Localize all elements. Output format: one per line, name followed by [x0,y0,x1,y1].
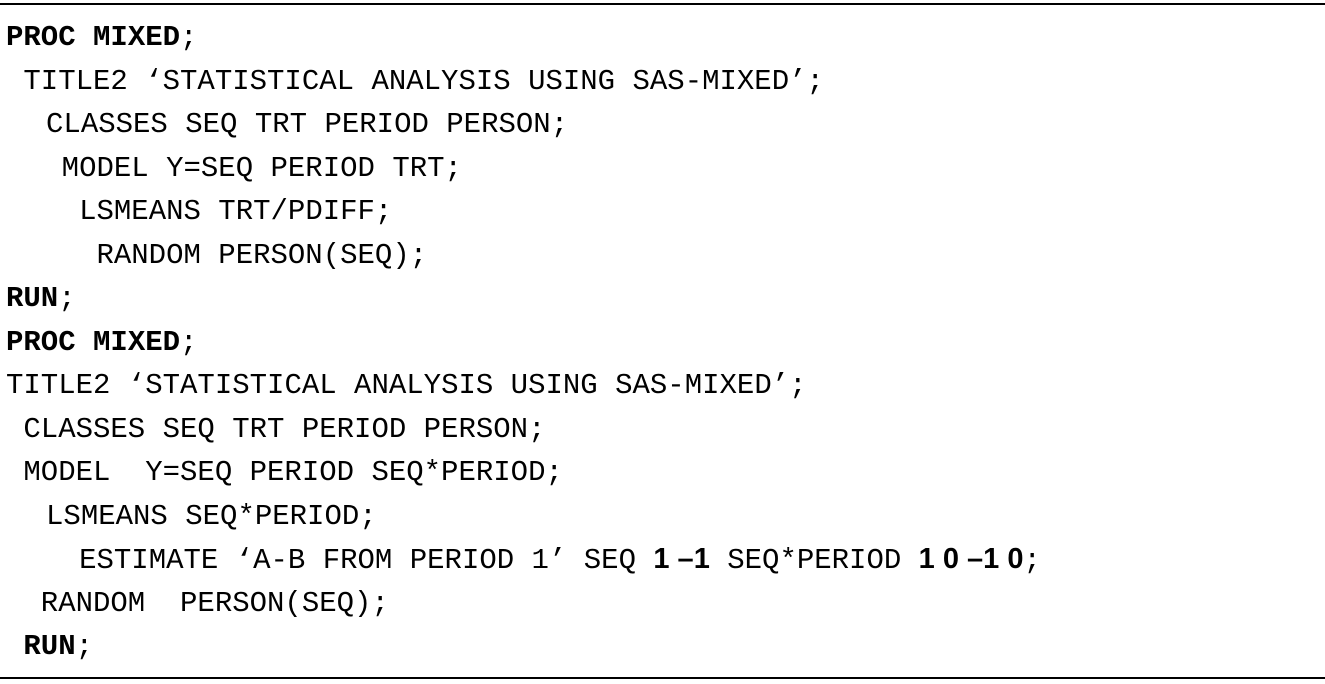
code-text: ESTIMATE ‘A-B FROM PERIOD 1’ SEQ [79,544,654,577]
code-line: RANDOM PERSON(SEQ); [0,582,1325,626]
code-text: CLASSES SEQ TRT PERIOD PERSON; [46,108,569,141]
code-text: CLASSES SEQ TRT PERIOD PERSON; [23,412,546,446]
code-line: TITLE2 ‘STATISTICAL ANALYSIS USING SAS-M… [0,364,1325,408]
code-line: CLASSES SEQ TRT PERIOD PERSON; [0,103,1325,147]
code-text: ; [180,21,198,54]
code-keyword: PROC MIXED [6,325,181,359]
code-line: MODEL Y=SEQ PERIOD TRT; [0,147,1325,191]
code-text: LSMEANS SEQ*PERIOD; [46,499,377,533]
code-line: ESTIMATE ‘A-B FROM PERIOD 1’ SEQ 1 –1 SE… [0,538,1325,582]
code-text: ; [1023,544,1041,577]
code-text: TITLE2 ‘STATISTICAL ANALYSIS USING SAS-M… [6,369,807,402]
code-line: RANDOM PERSON(SEQ); [0,234,1325,278]
code-text: MODEL Y=SEQ PERIOD SEQ*PERIOD; [23,456,563,489]
code-line: CLASSES SEQ TRT PERIOD PERSON; [0,408,1325,452]
sas-code-listing: PROC MIXED; TITLE2 ‘STATISTICAL ANALYSIS … [0,16,1325,669]
code-line: TITLE2 ‘STATISTICAL ANALYSIS USING SAS-M… [0,60,1325,104]
code-keyword: PROC MIXED [6,21,181,54]
code-text: ; [180,325,198,359]
code-line: LSMEANS SEQ*PERIOD; [0,495,1325,539]
code-line: LSMEANS TRT/PDIFF; [0,190,1325,234]
code-coefficients: 1 –1 [653,543,710,575]
code-text: MODEL Y=SEQ PERIOD TRT; [61,151,462,185]
code-keyword: RUN [6,282,59,315]
code-line: PROC MIXED; [0,16,1325,60]
bottom-rule [0,677,1325,679]
code-text: SEQ*PERIOD [709,544,919,577]
code-keyword: RUN [23,630,76,663]
code-line: MODEL Y=SEQ PERIOD SEQ*PERIOD; [0,451,1325,495]
code-text: RANDOM PERSON(SEQ); [40,586,389,620]
code-text: ; [58,282,76,315]
code-text: RANDOM PERSON(SEQ); [96,238,428,272]
code-text: ; [75,630,94,663]
code-line: RUN; [0,277,1325,321]
code-text: TITLE2 ‘STATISTICAL ANALYSIS USING SAS-M… [23,64,824,98]
code-coefficients: 1 0 –1 0 [918,543,1024,575]
code-line: PROC MIXED; [0,321,1325,365]
code-text: LSMEANS TRT/PDIFF; [79,195,393,228]
code-line: RUN; [0,625,1325,669]
top-rule [0,3,1325,5]
